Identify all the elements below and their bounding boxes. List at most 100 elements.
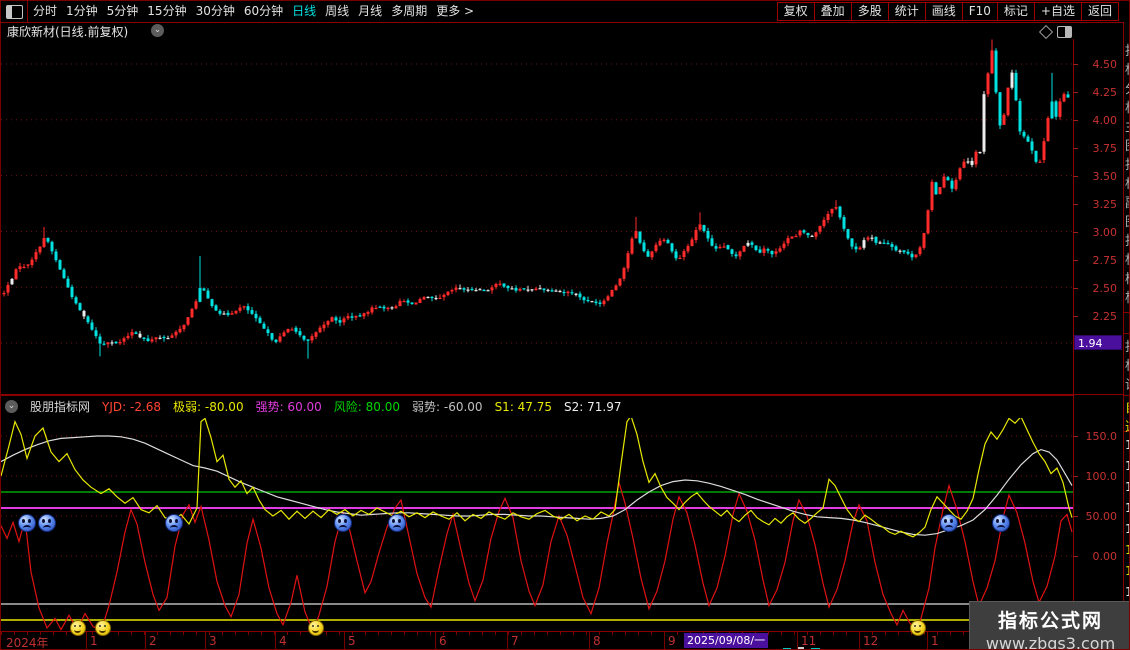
price-axis-label: 3.50 bbox=[1075, 170, 1117, 183]
time-axis-label: 6 bbox=[439, 634, 447, 648]
button-复权[interactable]: 复权 bbox=[777, 2, 815, 21]
smile-face-icon bbox=[910, 620, 926, 636]
time-axis: 2024年123456789111212025/09/08/一 bbox=[1, 632, 1123, 650]
price-axis-label: 4.25 bbox=[1075, 86, 1117, 99]
watermark-title: 指标公式网 bbox=[970, 606, 1130, 633]
tab-60分钟[interactable]: 60分钟 bbox=[244, 1, 283, 22]
indicator-value: YJD: -2.68 bbox=[102, 400, 161, 414]
period-toolbar: 分时 1分钟 5分钟 15分钟 30分钟 60分钟日线周线月线多周期更多 > 复权叠加多股… bbox=[1, 1, 1130, 23]
price-axis-label: 2.25 bbox=[1075, 310, 1117, 323]
button-返回[interactable]: 返回 bbox=[1081, 2, 1119, 21]
time-axis-label: 4 bbox=[279, 634, 287, 648]
month-tick bbox=[664, 632, 665, 650]
button-F10[interactable]: F10 bbox=[962, 2, 998, 21]
price-axis-label: 3.25 bbox=[1075, 198, 1117, 211]
clipped-glyphs: 指标分析主图指标副图指标模板 bbox=[1125, 42, 1130, 308]
title-row: 康欣新材(日线.前复权) ⌄ bbox=[1, 22, 1123, 39]
strip-divider bbox=[1124, 333, 1130, 334]
price-tag: 1.94 bbox=[1074, 335, 1122, 350]
sad-face-icon bbox=[18, 514, 36, 532]
axis-tick bbox=[1073, 288, 1078, 289]
tab-15分钟[interactable]: 15分钟 bbox=[147, 1, 186, 22]
axis-tick bbox=[1073, 476, 1078, 477]
price-axis-label: 3.00 bbox=[1075, 226, 1117, 239]
indicator-value: 极弱: -80.00 bbox=[173, 398, 244, 415]
chevron-down-circle-icon[interactable]: ⌄ bbox=[5, 400, 18, 413]
time-axis-label: 3 bbox=[209, 634, 217, 648]
axis-tick bbox=[1073, 120, 1078, 121]
rank-item[interactable]: 1 bbox=[1125, 564, 1130, 578]
sad-face-icon bbox=[388, 514, 406, 532]
rank-item[interactable]: 1 bbox=[1125, 501, 1130, 515]
oscillator-axis-label: 50.00 bbox=[1075, 510, 1117, 523]
chevron-down-circle-icon[interactable]: ⌄ bbox=[151, 24, 164, 37]
tab-多周期[interactable]: 多周期 bbox=[391, 1, 427, 22]
button-标记[interactable]: 标记 bbox=[997, 2, 1035, 21]
indicator-name: 股朋指标网 bbox=[30, 398, 90, 415]
indicator-header: ⌄ 股朋指标网YJD: -2.68极弱: -80.00强势: 60.00风险: … bbox=[1, 395, 1073, 417]
button-+自选[interactable]: +自选 bbox=[1034, 2, 1082, 21]
tab-周线[interactable]: 周线 bbox=[325, 1, 349, 22]
price-axis-label: 3.75 bbox=[1075, 142, 1117, 155]
oscillator-chart[interactable] bbox=[1, 418, 1073, 631]
rank-item[interactable]: 1 bbox=[1125, 480, 1130, 494]
watermark: 指标公式网 www.zbgs3.com bbox=[969, 601, 1130, 650]
sad-face-icon bbox=[334, 514, 352, 532]
month-tick bbox=[86, 632, 87, 650]
button-多股[interactable]: 多股 bbox=[851, 2, 889, 21]
tab-月线[interactable]: 月线 bbox=[358, 1, 382, 22]
button-统计[interactable]: 统计 bbox=[888, 2, 926, 21]
axis-border bbox=[1073, 39, 1074, 650]
window-split-icon[interactable] bbox=[6, 5, 23, 19]
candlestick-chart[interactable] bbox=[1, 39, 1073, 394]
oscillator-axis-label: 150.0 bbox=[1075, 430, 1117, 443]
toolbar-buttons: 复权叠加多股统计画线F10标记+自选返回 bbox=[778, 2, 1119, 21]
button-叠加[interactable]: 叠加 bbox=[814, 2, 852, 21]
smile-face-icon bbox=[95, 620, 111, 636]
smile-face-icon bbox=[70, 620, 86, 636]
rank-item[interactable]: 1 bbox=[1125, 459, 1130, 473]
rank-item[interactable]: 1 bbox=[1125, 585, 1130, 599]
axis-tick bbox=[1073, 232, 1078, 233]
tab-分时[interactable]: 分时 bbox=[33, 1, 57, 22]
axis-tick bbox=[1073, 516, 1078, 517]
month-tick bbox=[145, 632, 146, 650]
sad-face-icon bbox=[38, 514, 56, 532]
tab-日线[interactable]: 日线 bbox=[292, 1, 316, 22]
clipped-glyphs: 指标设 bbox=[1125, 338, 1130, 395]
month-tick bbox=[275, 632, 276, 650]
time-axis-label: 11 bbox=[801, 634, 816, 648]
strip-divider bbox=[1124, 395, 1130, 396]
tab-5分钟[interactable]: 5分钟 bbox=[107, 1, 139, 22]
month-tick bbox=[589, 632, 590, 650]
tab-zixuan[interactable]: 自选 bbox=[1125, 399, 1130, 437]
price-axis-label: 4.50 bbox=[1075, 58, 1117, 71]
smile-face-icon bbox=[308, 620, 324, 636]
sad-face-icon bbox=[940, 514, 958, 532]
month-tick bbox=[859, 632, 860, 650]
right-side-strip[interactable]: 指标分析主图指标副图指标模板指标设自选111111111 bbox=[1123, 22, 1130, 650]
button-画线[interactable]: 画线 bbox=[925, 2, 963, 21]
axis-tick bbox=[1073, 204, 1078, 205]
sad-face-icon bbox=[165, 514, 183, 532]
axis-tick bbox=[1073, 64, 1078, 65]
rank-item[interactable]: 1 bbox=[1125, 543, 1130, 557]
tab-更多 >[interactable]: 更多 > bbox=[436, 1, 474, 22]
oscillator-axis-label: 100.0 bbox=[1075, 470, 1117, 483]
window-icon[interactable] bbox=[1057, 26, 1072, 38]
time-axis-label: 12 bbox=[863, 634, 878, 648]
axis-tick bbox=[1073, 316, 1078, 317]
tab-1分钟[interactable]: 1分钟 bbox=[66, 1, 98, 22]
time-axis-label: 1 bbox=[931, 634, 939, 648]
price-axis-label: 2.50 bbox=[1075, 282, 1117, 295]
time-axis-label: 5 bbox=[348, 634, 356, 648]
period-menu: 分时 1分钟 5分钟 15分钟 30分钟 60分钟日线周线月线多周期更多 > bbox=[33, 1, 474, 22]
strip-divider bbox=[1124, 312, 1130, 313]
rank-item[interactable]: 1 bbox=[1125, 522, 1130, 536]
rank-item[interactable]: 1 bbox=[1125, 438, 1130, 452]
tab-30分钟[interactable]: 30分钟 bbox=[196, 1, 235, 22]
month-tick bbox=[344, 632, 345, 650]
axis-tick bbox=[1073, 92, 1078, 93]
indicator-value: S1: 47.75 bbox=[495, 400, 552, 414]
time-axis-label: 2 bbox=[149, 634, 157, 648]
